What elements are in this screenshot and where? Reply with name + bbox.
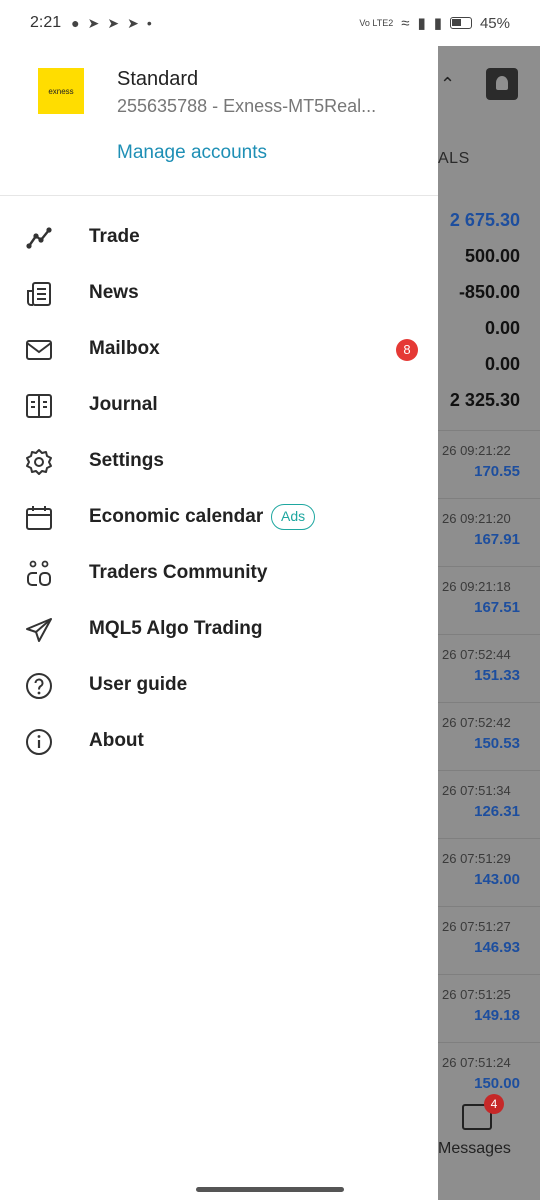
status-bar: 2:21 ● ➤ ➤ ➤ • Vo LTE2 ≈ ▮ ▮ 45% (0, 0, 540, 46)
navigation-drawer: exness Standard 255635788 - Exness-MT5Re… (0, 46, 438, 1200)
deal-row: 26 07:51:25 149.18 (438, 974, 540, 1042)
menu-item-trade[interactable]: Trade (0, 210, 438, 266)
deal-amount: 149.18 (474, 1007, 520, 1024)
signal-icon: ▮ (417, 15, 426, 32)
chevron-icon: ⌃ (440, 74, 456, 94)
deposit-value: 500.00 (464, 246, 520, 266)
deal-row: 26 07:52:44 151.33 (438, 634, 540, 702)
deal-time: 26 07:51:34 (442, 783, 511, 798)
info-icon (26, 729, 52, 755)
deal-amount: 167.51 (474, 599, 520, 616)
battery-percent: 45% (479, 14, 510, 32)
menu-item-journal[interactable]: Journal (0, 378, 438, 434)
trade-icon (26, 227, 52, 249)
menu-label: Economic calendar (89, 506, 264, 527)
drawer-menu: Trade News Mailbox 8 Journal Settings Ec… (0, 210, 438, 770)
help-icon (26, 673, 52, 699)
deal-amount: 146.93 (474, 939, 520, 956)
menu-item-mql5-algo-trading[interactable]: MQL5 Algo Trading (0, 602, 438, 658)
balance-value: 2 675.30 (449, 210, 520, 230)
ads-tag: Ads (271, 504, 316, 530)
background-app: ⌃ ALS 2 675.30 500.00 -850.00 0.00 0.00 … (438, 46, 540, 1200)
account-header: exness Standard 255635788 - Exness-MT5Re… (0, 46, 438, 196)
deal-time: 26 07:52:44 (442, 647, 511, 662)
account-number: 255635788 - Exness-MT5Real... (117, 96, 377, 116)
deal-time: 26 07:51:29 (442, 851, 511, 866)
menu-label: About (89, 730, 144, 751)
logo-text: exness (48, 86, 74, 96)
menu-item-traders-community[interactable]: Traders Community (0, 546, 438, 602)
deal-time: 26 09:21:18 (442, 579, 511, 594)
total-balance-value: 2 325.30 (449, 390, 520, 410)
deal-row: 26 07:51:27 146.93 (438, 906, 540, 974)
menu-label: User guide (89, 674, 188, 695)
menu-item-economic-calendar[interactable]: Economic calendar Ads (0, 490, 438, 546)
menu-label: News (89, 282, 139, 303)
snapchat-icon: ● (71, 15, 80, 31)
messages-badge: 4 (484, 1094, 504, 1114)
deals-tab: ALS (438, 150, 470, 167)
deal-row: 26 09:21:20 167.91 (438, 498, 540, 566)
menu-label: Settings (89, 450, 164, 471)
deal-amount: 150.53 (474, 735, 520, 752)
status-time: 2:21 (30, 14, 62, 31)
notification-icons: ● ➤ ➤ ➤ • (71, 15, 152, 32)
menu-label: Traders Community (89, 562, 268, 583)
menu-label: Trade (89, 226, 140, 247)
summary-value: 0.00 (484, 318, 520, 338)
journal-icon (26, 394, 52, 418)
deal-amount: 150.00 (474, 1075, 520, 1092)
mailbox-icon (26, 340, 52, 360)
calendar-icon (26, 506, 52, 530)
menu-item-news[interactable]: News (0, 266, 438, 322)
contact-icon (486, 68, 518, 100)
menu-item-settings[interactable]: Settings (0, 434, 438, 490)
deal-time: 26 09:21:22 (442, 443, 511, 458)
account-type: Standard (117, 68, 199, 90)
deal-row: 26 09:21:22 170.55 (438, 430, 540, 498)
deal-time: 26 07:51:27 (442, 919, 511, 934)
deal-amount: 126.31 (474, 803, 520, 820)
more-dot-icon: • (146, 15, 152, 31)
home-indicator[interactable] (196, 1187, 344, 1192)
news-icon (27, 282, 51, 306)
mailbox-unread-badge: 8 (396, 339, 418, 361)
deal-time: 26 07:52:42 (442, 715, 511, 730)
menu-item-user-guide[interactable]: User guide (0, 658, 438, 714)
menu-item-mailbox[interactable]: Mailbox 8 (0, 322, 438, 378)
menu-item-about[interactable]: About (0, 714, 438, 770)
exness-logo: exness (38, 68, 84, 114)
community-icon (27, 560, 51, 586)
manage-accounts-link[interactable]: Manage accounts (117, 142, 267, 164)
menu-label: Mailbox (89, 338, 160, 359)
send-icon (26, 618, 52, 642)
deal-time: 26 07:51:24 (442, 1055, 511, 1070)
system-indicators: Vo LTE2 ≈ ▮ ▮ 45% (359, 14, 510, 33)
telegram-icon: ➤ (87, 14, 100, 31)
volte-indicator: Vo LTE2 (359, 18, 394, 28)
deal-row: 26 09:21:18 167.51 (438, 566, 540, 634)
deal-row: 26 07:52:42 150.53 (438, 702, 540, 770)
deal-row: 26 07:51:29 143.00 (438, 838, 540, 906)
messages-tab-label: Messages (438, 1140, 511, 1157)
summary-value: 0.00 (484, 354, 520, 374)
deal-row: 26 07:51:34 126.31 (438, 770, 540, 838)
deal-time: 26 09:21:20 (442, 511, 511, 526)
menu-label: Journal (89, 394, 158, 415)
deal-amount: 167.91 (474, 531, 520, 548)
deal-time: 26 07:51:25 (442, 987, 511, 1002)
deal-amount: 151.33 (474, 667, 520, 684)
withdrawal-value: -850.00 (458, 282, 520, 302)
gear-icon (26, 449, 52, 475)
battery-icon (449, 17, 472, 29)
deal-amount: 170.55 (474, 463, 520, 480)
menu-label: MQL5 Algo Trading (89, 618, 263, 639)
deal-amount: 143.00 (474, 871, 520, 888)
telegram-icon: ➤ (127, 14, 139, 31)
telegram-icon: ➤ (107, 14, 120, 31)
signal-icon: ▮ (433, 15, 442, 32)
wifi-icon: ≈ (401, 14, 410, 32)
